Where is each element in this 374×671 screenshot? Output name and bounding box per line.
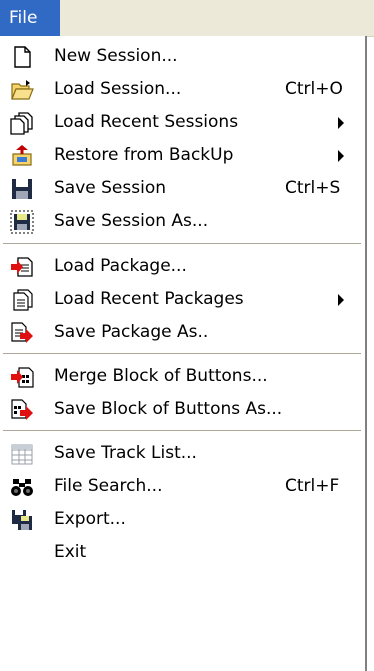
menu-item-label: File Search... xyxy=(54,476,163,496)
menu-item-label: Save Session As... xyxy=(54,211,209,231)
menu-item-save-package-as[interactable]: Save Package As.. xyxy=(0,316,365,349)
menu-item-label: Save Package As.. xyxy=(54,322,209,342)
open-folder-icon xyxy=(11,80,34,100)
menu-item-restore-from-backup[interactable]: Restore from BackUp xyxy=(0,139,365,172)
menu-item-shortcut: Ctrl+F xyxy=(285,476,340,496)
menu-item-label: Save Session xyxy=(54,178,166,198)
menu-item-label: Export... xyxy=(54,509,126,529)
recent-documents-icon xyxy=(10,112,33,135)
menu-item-new-session[interactable]: New Session... xyxy=(0,40,365,73)
save-block-icon xyxy=(11,399,33,420)
menu-item-save-session[interactable]: Save Session Ctrl+S xyxy=(0,172,365,205)
recent-packages-icon xyxy=(13,289,33,311)
file-menu-dropdown: New Session... Load Session... Ctrl+O Lo… xyxy=(0,36,367,671)
menu-item-save-session-as[interactable]: Save Session As... xyxy=(0,205,365,238)
merge-block-icon xyxy=(11,367,34,388)
save-as-icon xyxy=(10,210,34,234)
submenu-arrow-icon xyxy=(338,150,344,162)
menu-item-load-recent-packages[interactable]: Load Recent Packages xyxy=(0,283,365,316)
menu-item-load-session[interactable]: Load Session... Ctrl+O xyxy=(0,73,365,106)
menu-item-exit[interactable]: Exit xyxy=(0,536,365,569)
menu-item-shortcut: Ctrl+S xyxy=(285,178,341,198)
menu-item-label: Restore from BackUp xyxy=(54,145,234,165)
menu-separator xyxy=(3,243,361,245)
menu-item-label: Load Session... xyxy=(54,79,182,99)
new-document-icon xyxy=(14,46,31,68)
menu-item-shortcut: Ctrl+O xyxy=(285,79,343,99)
menu-item-merge-block-of-buttons[interactable]: Merge Block of Buttons... xyxy=(0,360,365,393)
track-list-icon xyxy=(11,444,33,465)
menu-item-label: New Session... xyxy=(54,46,178,66)
submenu-arrow-icon xyxy=(338,117,344,129)
menu-item-label: Load Package... xyxy=(54,256,187,276)
menu-separator xyxy=(3,430,361,432)
menu-item-label: Save Block of Buttons As... xyxy=(54,399,283,419)
menu-item-save-track-list[interactable]: Save Track List... xyxy=(0,437,365,470)
menu-item-label: Save Track List... xyxy=(54,443,197,463)
menu-separator xyxy=(3,353,361,355)
export-icon xyxy=(12,510,32,530)
floppy-disk-icon xyxy=(12,179,32,199)
binoculars-icon xyxy=(11,479,33,496)
menu-item-export[interactable]: Export... xyxy=(0,503,365,536)
restore-backup-icon xyxy=(12,145,32,166)
save-package-icon xyxy=(11,322,33,343)
menu-item-label: Load Recent Packages xyxy=(54,289,244,309)
menu-item-label: Merge Block of Buttons... xyxy=(54,366,268,386)
menu-item-label: Load Recent Sessions xyxy=(54,112,239,132)
load-package-icon xyxy=(11,257,33,277)
menu-item-load-recent-sessions[interactable]: Load Recent Sessions xyxy=(0,106,365,139)
menu-item-file-search[interactable]: File Search... Ctrl+F xyxy=(0,470,365,503)
menu-item-load-package[interactable]: Load Package... xyxy=(0,250,365,283)
menu-item-save-block-of-buttons-as[interactable]: Save Block of Buttons As... xyxy=(0,393,365,426)
file-menu-title[interactable]: File xyxy=(0,0,60,36)
menu-item-label: Exit xyxy=(54,542,87,562)
menu-bar: File xyxy=(0,0,374,37)
submenu-arrow-icon xyxy=(338,294,344,306)
